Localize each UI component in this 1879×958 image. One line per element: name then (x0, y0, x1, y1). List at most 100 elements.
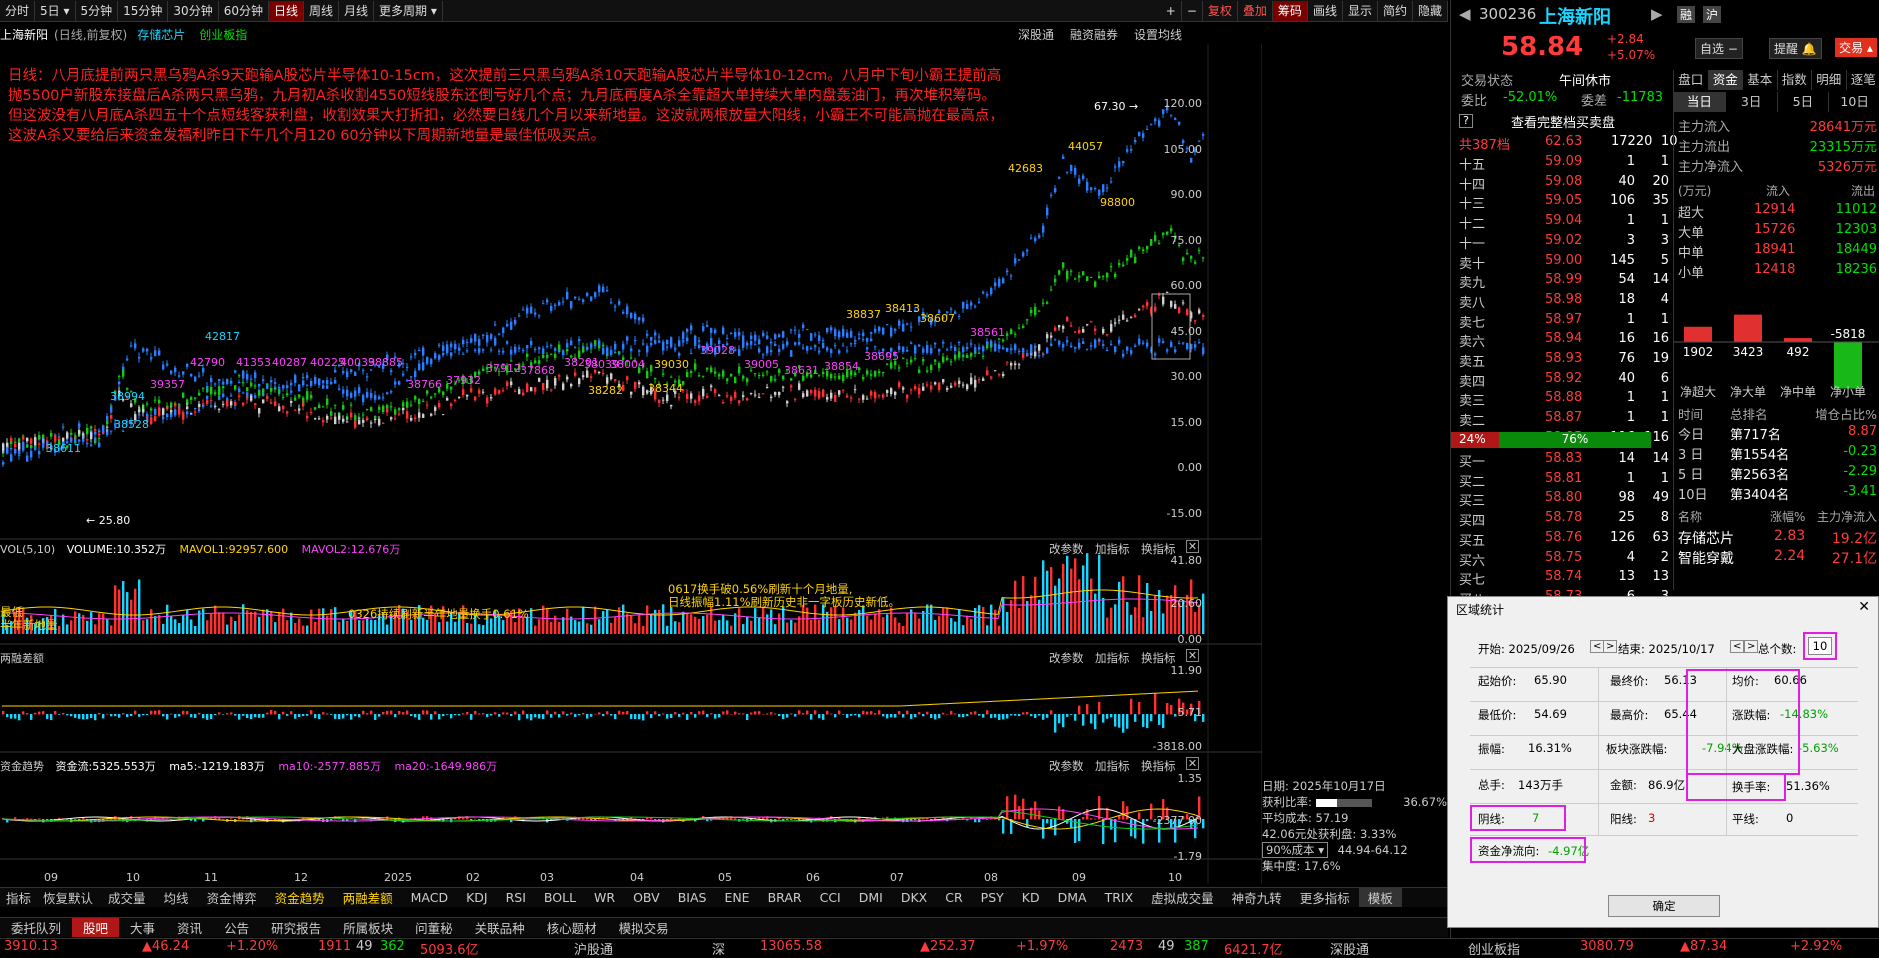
margin-button[interactable]: 融资融券 (1070, 26, 1118, 43)
chips-button[interactable]: 筹码 (1273, 1, 1308, 21)
edit-params-button[interactable]: 改参数 (1049, 758, 1084, 774)
indicator-tab[interactable]: KD (1013, 890, 1049, 905)
day-tab[interactable]: 10日 (1829, 92, 1879, 112)
close-icon[interactable]: ✕ (1186, 649, 1199, 662)
zoom-in-button[interactable]: + (1161, 1, 1182, 21)
alert-button[interactable]: 提醒 🔔 (1769, 38, 1822, 59)
close-icon[interactable]: ✕ (1858, 599, 1870, 615)
switch-indicator-button[interactable]: 换指标 (1141, 650, 1176, 666)
start-next-button[interactable]: > (1603, 640, 1617, 653)
tab-intraday[interactable]: 分时 (0, 1, 35, 21)
indicator-tab[interactable]: 资金博弈 (198, 888, 266, 907)
fund-tab[interactable]: 指数 (1778, 70, 1813, 90)
indicator-tab[interactable]: 指标 (0, 888, 37, 907)
hide-button[interactable]: 隐藏 (1413, 1, 1448, 21)
add-indicator-button[interactable]: 加指标 (1095, 758, 1130, 774)
sector-row[interactable]: 存储芯片2.8319.2亿 (1674, 528, 1879, 548)
tab-daily[interactable]: 日线 (269, 1, 304, 21)
bottom-tab[interactable]: 关联品种 (464, 918, 536, 937)
trade-button[interactable]: 交易 ▴ (1835, 38, 1877, 57)
bottom-tab[interactable]: 核心题材 (536, 918, 608, 937)
switch-indicator-button[interactable]: 换指标 (1141, 541, 1176, 557)
add-indicator-button[interactable]: 加指标 (1095, 650, 1130, 666)
indicator-tab[interactable]: PSY (972, 890, 1013, 905)
indicator-tab[interactable]: DKX (892, 890, 936, 905)
indicator-tab[interactable]: CCI (811, 890, 850, 905)
tab-15min[interactable]: 15分钟 (118, 1, 168, 21)
indicator-tab[interactable]: WR (585, 890, 624, 905)
tab-30min[interactable]: 30分钟 (168, 1, 218, 21)
bottom-tab[interactable]: 委托队列 (0, 918, 72, 937)
indicator-tab[interactable]: 成交量 (99, 888, 155, 907)
bottom-tab[interactable]: 所属板块 (332, 918, 404, 937)
overlay-tag-storage[interactable]: 存储芯片 (137, 26, 185, 43)
indicator-tab[interactable]: DMI (850, 890, 892, 905)
simple-button[interactable]: 简约 (1378, 1, 1413, 21)
indicator-tab[interactable]: CR (936, 890, 971, 905)
cost-select[interactable]: 90%成本 ▾ (1262, 842, 1328, 858)
ma-settings-button[interactable]: 设置均线 (1134, 26, 1182, 43)
add-indicator-button[interactable]: 加指标 (1095, 541, 1130, 557)
close-icon[interactable]: ✕ (1186, 757, 1199, 770)
bottom-tab[interactable]: 模拟交易 (608, 918, 680, 937)
fund-tab[interactable]: 基本 (1743, 70, 1778, 90)
indicator-tab[interactable]: TRIX (1096, 890, 1143, 905)
tab-weekly[interactable]: 周线 (304, 1, 339, 21)
bottom-tab[interactable]: 研究报告 (260, 918, 332, 937)
indicator-tab[interactable]: 恢复默认 (37, 888, 99, 907)
tab-monthly[interactable]: 月线 (339, 1, 374, 21)
indicator-tab[interactable]: MACD (402, 890, 457, 905)
overlay-tag-chinext[interactable]: 创业板指 (199, 26, 247, 43)
indicator-tab[interactable]: 虚拟成交量 (1142, 888, 1223, 907)
main-inflow: 主力流入28641万元 (1674, 116, 1879, 135)
zoom-out-button[interactable]: − (1182, 1, 1203, 21)
watchlist-button[interactable]: 自选 − (1695, 38, 1743, 59)
fund-tab[interactable]: 逐笔 (1847, 70, 1879, 90)
end-next-button[interactable]: > (1744, 640, 1758, 653)
switch-indicator-button[interactable]: 换指标 (1141, 758, 1176, 774)
day-tab[interactable]: 5日 (1778, 92, 1830, 112)
close-icon[interactable]: ✕ (1186, 540, 1199, 553)
prev-stock-icon[interactable]: ◀ (1459, 5, 1471, 23)
edit-params-button[interactable]: 改参数 (1049, 650, 1084, 666)
restore-rights-button[interactable]: 复权 (1203, 1, 1238, 21)
day-tab[interactable]: 当日 (1674, 92, 1726, 112)
edit-params-button[interactable]: 改参数 (1049, 541, 1084, 557)
display-button[interactable]: 显示 (1343, 1, 1378, 21)
hk-connect-button[interactable]: 深股通 (1018, 26, 1054, 43)
indicator-tab[interactable]: ENE (715, 890, 758, 905)
indicator-tab[interactable]: 神奇九转 (1223, 888, 1291, 907)
bottom-tab[interactable]: 股吧 (72, 918, 119, 937)
fund-tab[interactable]: 资金 (1709, 70, 1744, 90)
tab-5min[interactable]: 5分钟 (76, 1, 119, 21)
indicator-tab[interactable]: 模板 (1359, 888, 1402, 907)
bottom-tab[interactable]: 问董秘 (404, 918, 464, 937)
indicator-tab[interactable]: 均线 (155, 888, 198, 907)
asks-level: 卖三 (1459, 390, 1485, 409)
indicator-tab[interactable]: RSI (497, 890, 535, 905)
next-stock-icon[interactable]: ▶ (1651, 5, 1663, 23)
draw-button[interactable]: 画线 (1308, 1, 1343, 21)
indicator-tab[interactable]: 两融差额 (334, 888, 402, 907)
tab-60min[interactable]: 60分钟 (219, 1, 269, 21)
bottom-tab[interactable]: 大事 (119, 918, 166, 937)
indicator-tab[interactable]: BIAS (669, 890, 716, 905)
day-tab[interactable]: 3日 (1726, 92, 1778, 112)
fund-tab[interactable]: 明细 (1812, 70, 1847, 90)
indicator-tab[interactable]: KDJ (457, 890, 497, 905)
indicator-tab[interactable]: OBV (624, 890, 669, 905)
indicator-tab[interactable]: BOLL (535, 890, 585, 905)
tab-more-periods[interactable]: 更多周期 ▾ (374, 1, 443, 21)
bottom-tab[interactable]: 公告 (213, 918, 260, 937)
overlay-button[interactable]: 叠加 (1238, 1, 1273, 21)
indicator-tab[interactable]: 资金趋势 (266, 888, 334, 907)
end-prev-button[interactable]: < (1730, 640, 1744, 653)
tab-5day[interactable]: 5日 ▾ (35, 1, 75, 21)
indicator-tab[interactable]: BRAR (759, 890, 811, 905)
indicator-tab[interactable]: DMA (1049, 890, 1096, 905)
sector-row[interactable]: 智能穿戴2.2427.1亿 (1674, 548, 1879, 568)
ok-button[interactable]: 确定 (1608, 895, 1720, 917)
fund-tab[interactable]: 盘口 (1674, 70, 1709, 90)
indicator-tab[interactable]: 更多指标 (1291, 888, 1359, 907)
bottom-tab[interactable]: 资讯 (166, 918, 213, 937)
